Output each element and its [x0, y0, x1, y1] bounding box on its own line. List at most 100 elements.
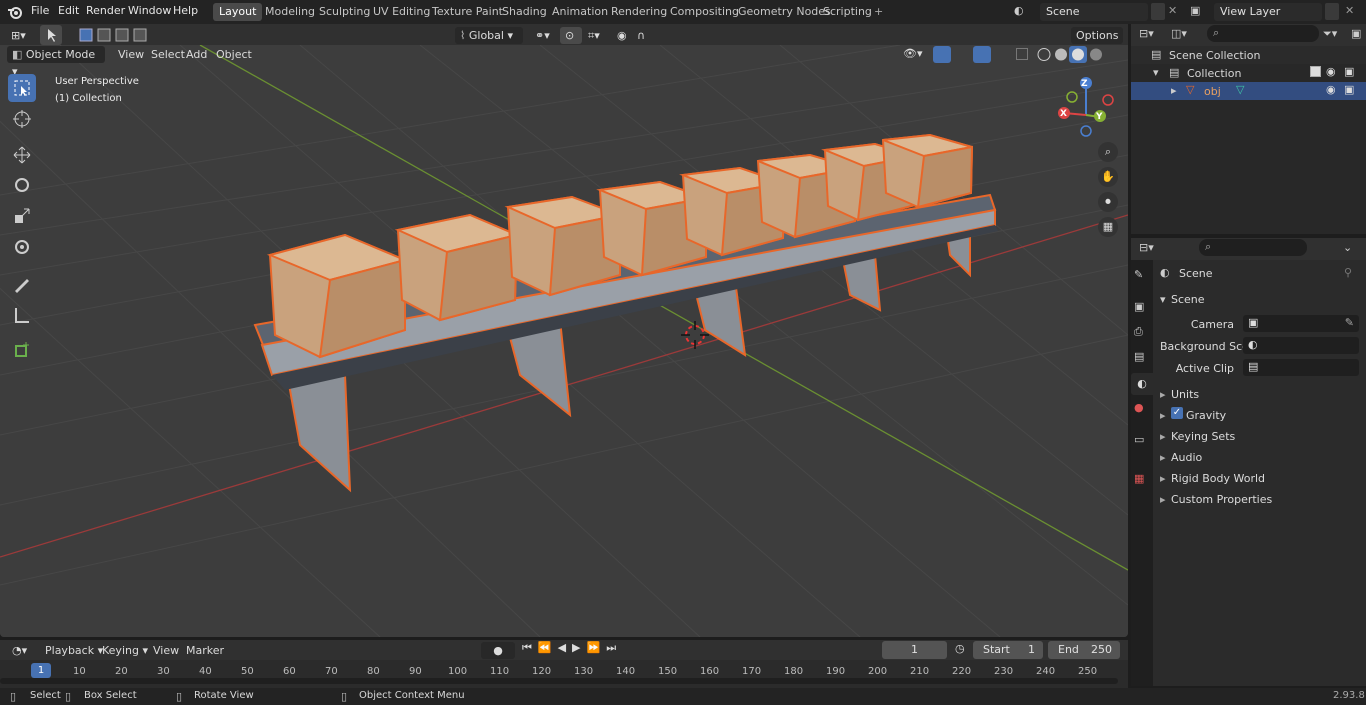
perspective-toggle-icon[interactable]: ▦: [1098, 217, 1118, 237]
tab-layout[interactable]: Layout: [213, 3, 263, 21]
selection-mode-icons[interactable]: [78, 26, 158, 44]
editor-type-icon[interactable]: ⊞▾: [6, 27, 34, 44]
close-icon[interactable]: ✕: [1345, 4, 1354, 17]
tab-rendering[interactable]: Rendering: [605, 3, 673, 21]
expand-arrow-icon[interactable]: ▸: [1160, 430, 1166, 443]
mesh-data-icon[interactable]: ▽: [1236, 83, 1244, 96]
collection-tab-icon[interactable]: ▭: [1134, 433, 1144, 446]
view-layer-tab-icon[interactable]: ▤: [1134, 350, 1144, 363]
add-workspace-button[interactable]: +: [868, 3, 889, 21]
expand-arrow-icon[interactable]: ▸: [1160, 472, 1166, 485]
current-frame-field[interactable]: 1: [882, 641, 947, 659]
camera-view-icon[interactable]: ⏺: [1098, 192, 1118, 212]
scene-field[interactable]: Scene: [1040, 3, 1148, 21]
scene-panel-title[interactable]: Scene: [1171, 293, 1205, 306]
cursor-tool-icon[interactable]: [8, 105, 36, 133]
timeline-scrollbar[interactable]: [0, 678, 1118, 684]
zoom-icon[interactable]: ⌕: [1098, 142, 1118, 162]
expand-arrow-icon[interactable]: ▸: [1160, 409, 1166, 422]
properties-search-input[interactable]: ⌕: [1199, 239, 1307, 256]
tab-shading[interactable]: Shading: [496, 3, 553, 21]
pan-hand-icon[interactable]: ✋: [1098, 167, 1118, 187]
clock-icon[interactable]: ◷: [955, 642, 965, 655]
falloff-icon[interactable]: ∩: [632, 27, 656, 44]
xray-icon[interactable]: [1016, 48, 1028, 60]
menu-object[interactable]: Object: [211, 46, 257, 63]
menu-file[interactable]: File: [31, 4, 49, 17]
expand-arrow-icon[interactable]: ▸: [1160, 493, 1166, 506]
scale-tool-icon[interactable]: [8, 202, 36, 230]
gizmo-y-label[interactable]: Y: [1096, 112, 1103, 122]
new-scene-icon[interactable]: [1151, 3, 1165, 20]
gizmo-z-label[interactable]: Z: [1081, 79, 1088, 89]
record-icon[interactable]: ●: [481, 642, 515, 659]
outliner-search-input[interactable]: ⌕: [1207, 25, 1319, 42]
playhead-frame[interactable]: 1: [31, 663, 51, 678]
outliner-row[interactable]: ▾ ▤ Collection ◉ ▣: [1131, 64, 1366, 82]
snap-icon[interactable]: ⊙: [560, 27, 582, 44]
keying-menu[interactable]: Keying ▾: [97, 642, 153, 659]
shading-mode-icons[interactable]: [1036, 46, 1106, 63]
timeline-view-menu[interactable]: View: [148, 642, 184, 659]
audio-panel[interactable]: Audio: [1171, 451, 1202, 464]
menu-view[interactable]: View: [113, 46, 149, 63]
outliner-row[interactable]: ▤ Scene Collection: [1131, 46, 1366, 64]
tweak-tool-icon[interactable]: [40, 25, 62, 45]
expand-arrow-icon[interactable]: ▸: [1160, 451, 1166, 464]
gravity-panel[interactable]: Gravity: [1186, 409, 1226, 422]
camera-icon[interactable]: ▣: [1344, 83, 1354, 96]
expand-arrow-icon[interactable]: ▸: [1160, 388, 1166, 401]
exclude-checkbox[interactable]: [1310, 66, 1321, 77]
menu-help[interactable]: Help: [173, 4, 198, 17]
move-tool-icon[interactable]: [8, 141, 36, 169]
new-view-layer-icon[interactable]: [1325, 3, 1339, 20]
menu-add[interactable]: Add: [181, 46, 212, 63]
chevron-down-icon[interactable]: ⌄: [1343, 241, 1352, 254]
scene-tab-icon[interactable]: ◐: [1131, 373, 1153, 395]
new-collection-icon[interactable]: ▣: [1351, 27, 1361, 40]
custom-properties-panel[interactable]: Custom Properties: [1171, 493, 1272, 506]
expand-arrow-icon[interactable]: ▾: [1160, 293, 1166, 306]
object-mode-dropdown[interactable]: ◧ Object Mode ▾: [7, 46, 105, 78]
snap-target-icon[interactable]: ⌗▾: [583, 27, 607, 44]
eyedropper-icon[interactable]: ✎: [1345, 316, 1354, 329]
annotate-tool-icon[interactable]: [8, 270, 36, 298]
filter-icon[interactable]: ⏷▾: [1323, 27, 1337, 41]
menu-render[interactable]: Render: [86, 4, 125, 17]
menu-window[interactable]: Window: [128, 4, 171, 17]
output-tab-icon[interactable]: ⎙: [1134, 325, 1143, 339]
end-frame-field[interactable]: End 250: [1048, 641, 1120, 659]
gizmo-toggle-icon[interactable]: [933, 46, 951, 63]
blender-logo-icon[interactable]: [7, 4, 23, 20]
pivot-icon[interactable]: ⚭▾: [530, 27, 556, 44]
start-frame-field[interactable]: Start 1: [973, 641, 1043, 659]
texture-tab-icon[interactable]: ▦: [1134, 472, 1144, 485]
outliner-row[interactable]: ▸ ▽ obj ▽ ◉ ▣: [1131, 82, 1366, 100]
world-tab-icon[interactable]: ●: [1134, 401, 1144, 414]
add-cube-tool-icon[interactable]: [8, 336, 36, 364]
tab-animation[interactable]: Animation: [546, 3, 614, 21]
rigid-body-world-panel[interactable]: Rigid Body World: [1171, 472, 1265, 485]
view-layer-field[interactable]: View Layer: [1214, 3, 1322, 21]
active-clip-field[interactable]: ▤: [1243, 359, 1359, 376]
menu-edit[interactable]: Edit: [58, 4, 79, 17]
expand-arrow-icon[interactable]: ▸: [1171, 84, 1177, 97]
gravity-checkbox[interactable]: ✓: [1171, 407, 1183, 419]
scene-icon[interactable]: ◐: [1014, 4, 1036, 20]
close-icon[interactable]: ✕: [1168, 4, 1177, 17]
transform-tool-icon[interactable]: [8, 233, 36, 261]
orientation-dropdown[interactable]: ⌇ Global ▾: [455, 27, 523, 44]
3d-viewport[interactable]: Z Y X User Perspective (1) Collection ⌕ …: [0, 45, 1128, 637]
expand-arrow-icon[interactable]: ▾: [1153, 66, 1159, 79]
render-tab-icon[interactable]: ▣: [1134, 300, 1144, 313]
background-scene-field[interactable]: ◐: [1243, 337, 1359, 354]
rotate-tool-icon[interactable]: [8, 171, 36, 199]
visibility-dropdown-icon[interactable]: 👁▾: [903, 47, 923, 60]
overlay-toggle-icon[interactable]: [973, 46, 991, 63]
playback-controls[interactable]: ⏮⏪◀▶⏩⏭: [522, 641, 632, 659]
view-layer-icon[interactable]: ▣: [1190, 4, 1200, 17]
keying-sets-panel[interactable]: Keying Sets: [1171, 430, 1235, 443]
options-dropdown[interactable]: Options ▾: [1071, 27, 1123, 59]
display-mode-icon[interactable]: ◫▾: [1171, 27, 1187, 40]
camera-field[interactable]: ▣ ✎: [1243, 315, 1359, 332]
